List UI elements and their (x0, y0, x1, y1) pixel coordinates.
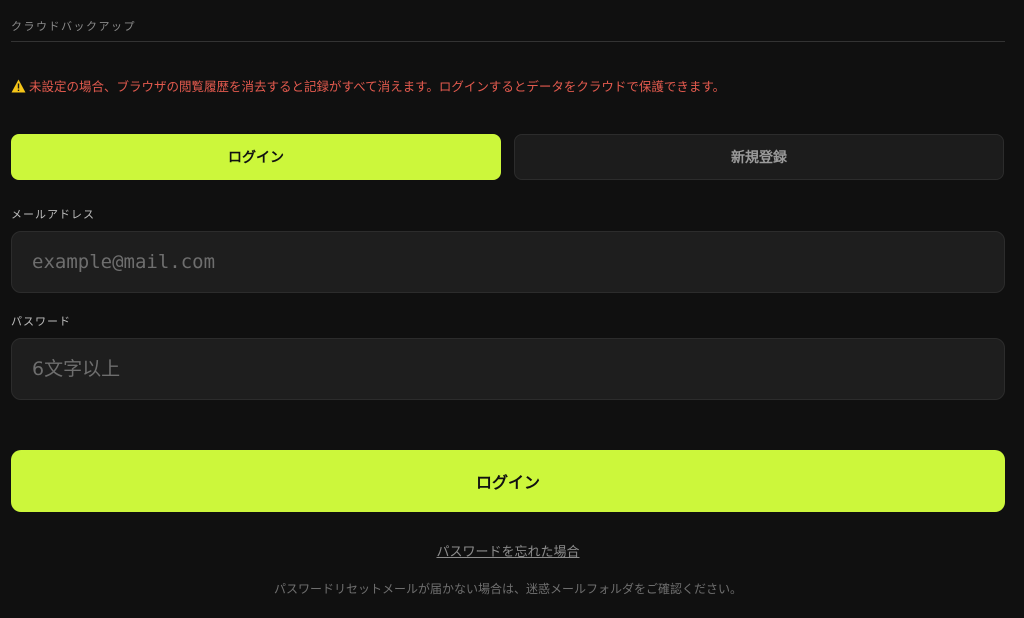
cloud-backup-panel: クラウドバックアップ 未設定の場合、ブラウザの閲覧履歴を消去すると記録がすべて消… (0, 0, 1024, 618)
divider (11, 41, 1005, 42)
tab-login[interactable]: ログイン (11, 134, 501, 180)
warning-icon (11, 79, 26, 93)
password-field[interactable] (11, 338, 1005, 400)
forgot-password-container: パスワードを忘れた場合 (0, 541, 1016, 560)
password-label: パスワード (11, 315, 71, 328)
email-label: メールアドレス (11, 208, 95, 221)
email-field[interactable] (11, 231, 1005, 293)
login-button[interactable]: ログイン (11, 450, 1005, 512)
section-title: クラウドバックアップ (11, 20, 136, 33)
tab-register[interactable]: 新規登録 (514, 134, 1004, 180)
warning-text: 未設定の場合、ブラウザの閲覧履歴を消去すると記録がすべて消えます。ログインすると… (29, 79, 726, 94)
reset-email-note: パスワードリセットメールが届かない場合は、迷惑メールフォルダをご確認ください。 (273, 582, 742, 596)
warning-message: 未設定の場合、ブラウザの閲覧履歴を消去すると記録がすべて消えます。ログインすると… (11, 76, 725, 95)
forgot-password-link[interactable]: パスワードを忘れた場合 (436, 545, 579, 560)
